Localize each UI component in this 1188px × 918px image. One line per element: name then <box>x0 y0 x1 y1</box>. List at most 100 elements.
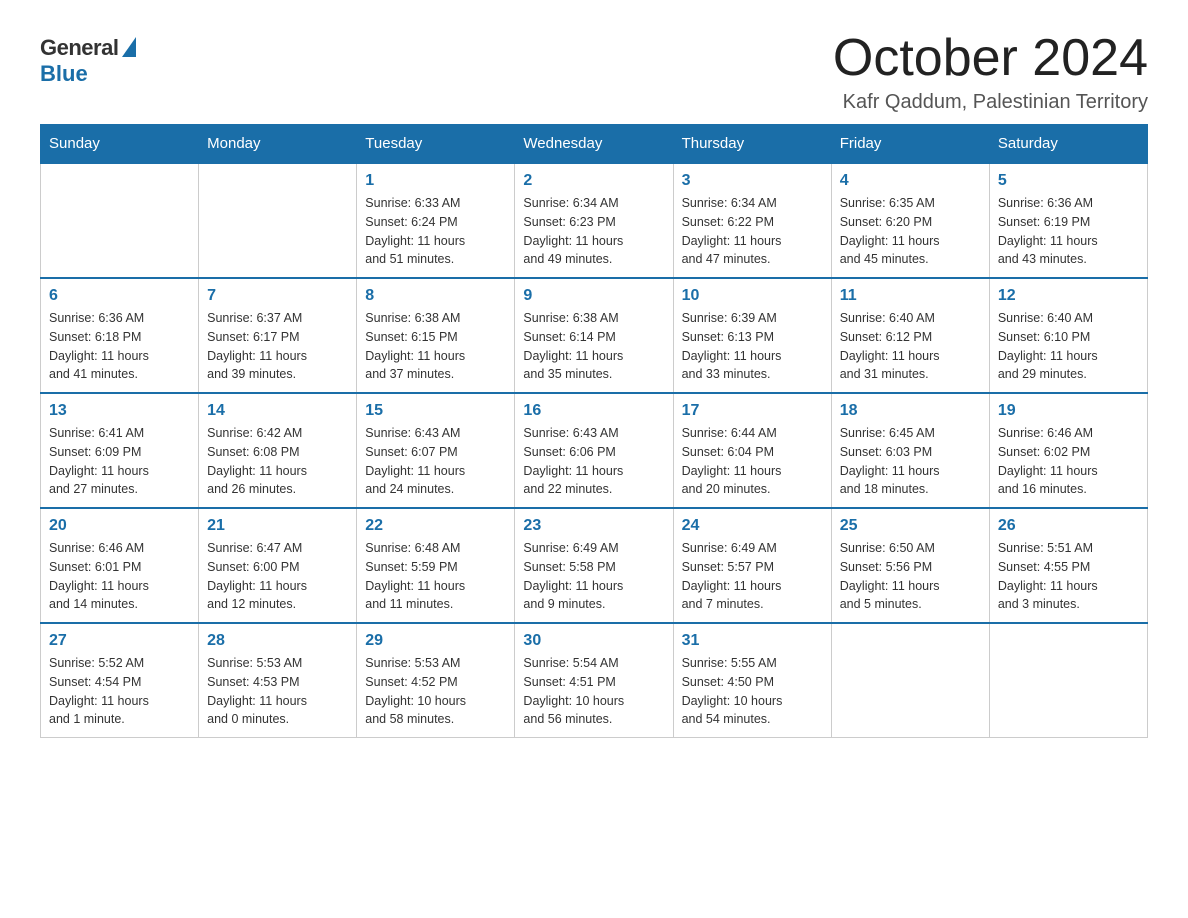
page-header: General Blue October 2024 Kafr Qaddum, P… <box>40 30 1148 114</box>
calendar-cell <box>41 163 199 278</box>
day-number: 23 <box>523 517 664 535</box>
day-number: 25 <box>840 517 981 535</box>
day-info: Sunrise: 6:48 AM Sunset: 5:59 PM Dayligh… <box>365 539 506 614</box>
day-number: 13 <box>49 402 190 420</box>
day-info: Sunrise: 6:45 AM Sunset: 6:03 PM Dayligh… <box>840 424 981 499</box>
day-number: 9 <box>523 287 664 305</box>
day-number: 19 <box>998 402 1139 420</box>
calendar-cell: 27 Sunrise: 5:52 AM Sunset: 4:54 PM Dayli… <box>41 623 199 738</box>
calendar-cell: 8 Sunrise: 6:38 AM Sunset: 6:15 PM Daylig… <box>357 278 515 393</box>
weekday-header-sunday: Sunday <box>41 125 199 164</box>
logo-general-text: General <box>40 35 118 61</box>
calendar-cell: 15Sunrise: 6:43 AM Sunset: 6:07 PM Dayli… <box>357 393 515 508</box>
calendar-cell <box>989 623 1147 738</box>
day-number: 8 <box>365 287 506 305</box>
calendar-cell: 14Sunrise: 6:42 AM Sunset: 6:08 PM Dayli… <box>199 393 357 508</box>
calendar-cell: 4 Sunrise: 6:35 AM Sunset: 6:20 PM Daylig… <box>831 163 989 278</box>
day-number: 26 <box>998 517 1139 535</box>
calendar-cell: 9 Sunrise: 6:38 AM Sunset: 6:14 PM Daylig… <box>515 278 673 393</box>
day-info: Sunrise: 5:55 AM Sunset: 4:50 PM Dayligh… <box>682 654 823 729</box>
day-number: 22 <box>365 517 506 535</box>
weekday-header-row: SundayMondayTuesdayWednesdayThursdayFrid… <box>41 125 1148 164</box>
calendar-cell: 30 Sunrise: 5:54 AM Sunset: 4:51 PM Dayli… <box>515 623 673 738</box>
day-info: Sunrise: 6:35 AM Sunset: 6:20 PM Dayligh… <box>840 194 981 269</box>
logo: General Blue <box>40 35 136 87</box>
calendar-cell: 21Sunrise: 6:47 AM Sunset: 6:00 PM Dayli… <box>199 508 357 623</box>
day-number: 3 <box>682 172 823 190</box>
day-number: 11 <box>840 287 981 305</box>
weekday-header-monday: Monday <box>199 125 357 164</box>
week-row-5: 27 Sunrise: 5:52 AM Sunset: 4:54 PM Dayli… <box>41 623 1148 738</box>
day-number: 7 <box>207 287 348 305</box>
day-number: 2 <box>523 172 664 190</box>
week-row-2: 6Sunrise: 6:36 AM Sunset: 6:18 PM Daylig… <box>41 278 1148 393</box>
day-number: 31 <box>682 632 823 650</box>
calendar-cell: 3 Sunrise: 6:34 AM Sunset: 6:22 PM Daylig… <box>673 163 831 278</box>
calendar-cell: 17 Sunrise: 6:44 AM Sunset: 6:04 PM Dayli… <box>673 393 831 508</box>
day-number: 24 <box>682 517 823 535</box>
day-number: 18 <box>840 402 981 420</box>
day-info: Sunrise: 6:41 AM Sunset: 6:09 PM Dayligh… <box>49 424 190 499</box>
calendar-cell: 29 Sunrise: 5:53 AM Sunset: 4:52 PM Dayli… <box>357 623 515 738</box>
weekday-header-friday: Friday <box>831 125 989 164</box>
calendar-table: SundayMondayTuesdayWednesdayThursdayFrid… <box>40 124 1148 738</box>
calendar-cell: 19 Sunrise: 6:46 AM Sunset: 6:02 PM Dayli… <box>989 393 1147 508</box>
day-info: Sunrise: 5:54 AM Sunset: 4:51 PM Dayligh… <box>523 654 664 729</box>
calendar-cell: 13 Sunrise: 6:41 AM Sunset: 6:09 PM Dayli… <box>41 393 199 508</box>
weekday-header-saturday: Saturday <box>989 125 1147 164</box>
calendar-cell: 23 Sunrise: 6:49 AM Sunset: 5:58 PM Dayli… <box>515 508 673 623</box>
calendar-cell: 20Sunrise: 6:46 AM Sunset: 6:01 PM Dayli… <box>41 508 199 623</box>
day-info: Sunrise: 5:53 AM Sunset: 4:53 PM Dayligh… <box>207 654 348 729</box>
calendar-cell: 11Sunrise: 6:40 AM Sunset: 6:12 PM Dayli… <box>831 278 989 393</box>
day-info: Sunrise: 6:49 AM Sunset: 5:58 PM Dayligh… <box>523 539 664 614</box>
day-info: Sunrise: 6:33 AM Sunset: 6:24 PM Dayligh… <box>365 194 506 269</box>
calendar-cell: 1Sunrise: 6:33 AM Sunset: 6:24 PM Daylig… <box>357 163 515 278</box>
day-info: Sunrise: 6:34 AM Sunset: 6:22 PM Dayligh… <box>682 194 823 269</box>
calendar-cell: 22 Sunrise: 6:48 AM Sunset: 5:59 PM Dayli… <box>357 508 515 623</box>
day-number: 27 <box>49 632 190 650</box>
calendar-cell <box>199 163 357 278</box>
day-number: 4 <box>840 172 981 190</box>
month-title: October 2024 <box>833 30 1148 87</box>
calendar-cell: 31 Sunrise: 5:55 AM Sunset: 4:50 PM Dayli… <box>673 623 831 738</box>
day-info: Sunrise: 6:43 AM Sunset: 6:06 PM Dayligh… <box>523 424 664 499</box>
day-info: Sunrise: 6:36 AM Sunset: 6:19 PM Dayligh… <box>998 194 1139 269</box>
calendar-cell: 18 Sunrise: 6:45 AM Sunset: 6:03 PM Dayli… <box>831 393 989 508</box>
day-number: 17 <box>682 402 823 420</box>
day-info: Sunrise: 6:46 AM Sunset: 6:02 PM Dayligh… <box>998 424 1139 499</box>
day-number: 10 <box>682 287 823 305</box>
logo-triangle-icon <box>122 37 136 57</box>
day-info: Sunrise: 6:44 AM Sunset: 6:04 PM Dayligh… <box>682 424 823 499</box>
calendar-cell: 16 Sunrise: 6:43 AM Sunset: 6:06 PM Dayli… <box>515 393 673 508</box>
day-info: Sunrise: 5:52 AM Sunset: 4:54 PM Dayligh… <box>49 654 190 729</box>
day-info: Sunrise: 6:43 AM Sunset: 6:07 PM Dayligh… <box>365 424 506 499</box>
day-info: Sunrise: 6:38 AM Sunset: 6:15 PM Dayligh… <box>365 309 506 384</box>
title-section: October 2024 Kafr Qaddum, Palestinian Te… <box>833 30 1148 114</box>
day-number: 28 <box>207 632 348 650</box>
calendar-cell <box>831 623 989 738</box>
calendar-cell: 10 Sunrise: 6:39 AM Sunset: 6:13 PM Dayli… <box>673 278 831 393</box>
calendar-cell: 12Sunrise: 6:40 AM Sunset: 6:10 PM Dayli… <box>989 278 1147 393</box>
day-info: Sunrise: 5:51 AM Sunset: 4:55 PM Dayligh… <box>998 539 1139 614</box>
day-number: 30 <box>523 632 664 650</box>
calendar-cell: 7 Sunrise: 6:37 AM Sunset: 6:17 PM Daylig… <box>199 278 357 393</box>
day-info: Sunrise: 6:36 AM Sunset: 6:18 PM Dayligh… <box>49 309 190 384</box>
day-info: Sunrise: 6:37 AM Sunset: 6:17 PM Dayligh… <box>207 309 348 384</box>
day-info: Sunrise: 6:38 AM Sunset: 6:14 PM Dayligh… <box>523 309 664 384</box>
day-info: Sunrise: 6:34 AM Sunset: 6:23 PM Dayligh… <box>523 194 664 269</box>
calendar-cell: 26 Sunrise: 5:51 AM Sunset: 4:55 PM Dayli… <box>989 508 1147 623</box>
day-info: Sunrise: 6:50 AM Sunset: 5:56 PM Dayligh… <box>840 539 981 614</box>
day-number: 14 <box>207 402 348 420</box>
calendar-cell: 28 Sunrise: 5:53 AM Sunset: 4:53 PM Dayli… <box>199 623 357 738</box>
week-row-3: 13 Sunrise: 6:41 AM Sunset: 6:09 PM Dayli… <box>41 393 1148 508</box>
day-info: Sunrise: 6:49 AM Sunset: 5:57 PM Dayligh… <box>682 539 823 614</box>
weekday-header-wednesday: Wednesday <box>515 125 673 164</box>
day-info: Sunrise: 5:53 AM Sunset: 4:52 PM Dayligh… <box>365 654 506 729</box>
week-row-4: 20Sunrise: 6:46 AM Sunset: 6:01 PM Dayli… <box>41 508 1148 623</box>
day-info: Sunrise: 6:39 AM Sunset: 6:13 PM Dayligh… <box>682 309 823 384</box>
logo-blue-text: Blue <box>40 61 88 87</box>
day-number: 29 <box>365 632 506 650</box>
day-number: 12 <box>998 287 1139 305</box>
weekday-header-tuesday: Tuesday <box>357 125 515 164</box>
day-number: 16 <box>523 402 664 420</box>
